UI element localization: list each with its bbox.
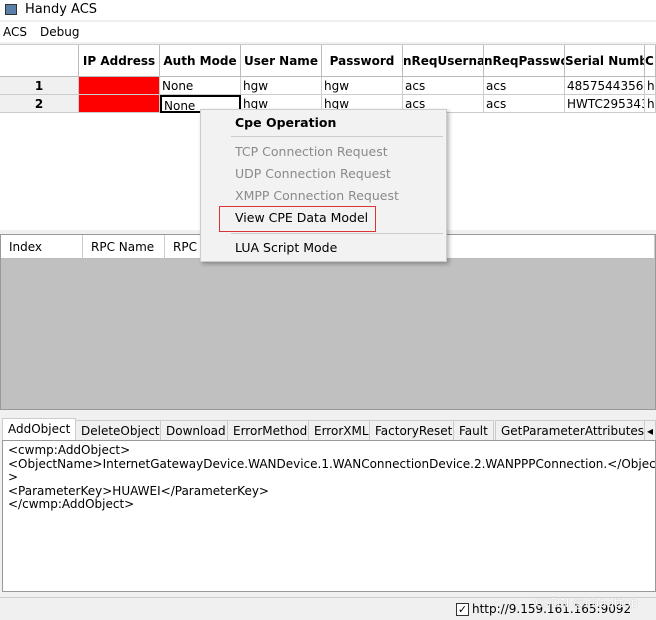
tab-getparameterattributes[interactable]: GetParameterAttributes [495, 420, 651, 440]
menu-acs[interactable]: ACS [3, 25, 27, 39]
context-menu-title: Cpe Operation [235, 115, 337, 130]
separator [231, 233, 443, 234]
menu-bar: ACS Debug [0, 22, 656, 42]
col-index[interactable]: Index [1, 235, 83, 259]
menu-debug[interactable]: Debug [40, 25, 79, 39]
col-serial-number[interactable]: Serial Numbe [565, 45, 645, 77]
context-menu: Cpe Operation TCP Connection Request UDP… [200, 109, 447, 262]
rpc-tab-bar: AddObject DeleteObject Download ErrorMet… [0, 418, 656, 440]
extra-cell[interactable]: h [645, 77, 656, 95]
serial-cell[interactable]: HWTC295343 [565, 95, 645, 113]
col-extra[interactable]: C [645, 45, 656, 77]
col-password[interactable]: Password [322, 45, 403, 77]
serial-cell[interactable]: 48575443567 [565, 77, 645, 95]
col-connreq-password[interactable]: nReqPasswo [484, 45, 565, 77]
tab-errormethod[interactable]: ErrorMethod [227, 420, 314, 440]
col-auth-mode[interactable]: Auth Mode [160, 45, 241, 77]
col-rpc-name[interactable]: RPC Name [83, 235, 165, 259]
server-enabled-checkbox[interactable]: ✓ [456, 603, 469, 616]
tab-scroll-left-icon[interactable]: ◂ [644, 420, 656, 440]
menu-view-cpe-data-model[interactable]: View CPE Data Model [235, 210, 368, 225]
watermark: CSDN @chaottop [535, 596, 639, 610]
tab-errorxml[interactable]: ErrorXML [308, 420, 375, 440]
col-ip-address[interactable]: IP Address [79, 45, 160, 77]
menu-udp-connection-request[interactable]: UDP Connection Request [235, 166, 391, 181]
app-icon [5, 4, 17, 15]
tab-addobject[interactable]: AddObject [2, 418, 77, 440]
row-number[interactable]: 2 [0, 95, 79, 113]
row-number[interactable]: 1 [0, 77, 79, 95]
separator [231, 136, 443, 137]
corner-header[interactable] [0, 45, 79, 77]
user-cell[interactable]: hgw [241, 77, 322, 95]
title-bar: Handy ACS [0, 0, 656, 20]
window-title: Handy ACS [25, 2, 98, 17]
tab-download[interactable]: Download [160, 420, 232, 440]
col-connreq-username[interactable]: nReqUsernar [403, 45, 484, 77]
connreq-pass-cell[interactable]: acs [484, 77, 565, 95]
menu-xmpp-connection-request[interactable]: XMPP Connection Request [235, 188, 399, 203]
extra-cell[interactable]: h [645, 95, 656, 113]
tab-factoryreset[interactable]: FactoryReset [369, 420, 459, 440]
ip-status-cell[interactable] [79, 77, 160, 95]
connreq-user-cell[interactable]: acs [403, 77, 484, 95]
menu-lua-script-mode[interactable]: LUA Script Mode [235, 240, 337, 255]
menu-tcp-connection-request[interactable]: TCP Connection Request [235, 144, 388, 159]
auth-cell[interactable]: None [160, 77, 241, 95]
tab-fault[interactable]: Fault [453, 420, 494, 440]
connreq-pass-cell[interactable]: acs [484, 95, 565, 113]
col-user-name[interactable]: User Name [241, 45, 322, 77]
tab-deleteobject[interactable]: DeleteObject [75, 420, 166, 440]
rpc-xml-editor[interactable]: <cwmp:AddObject> <ObjectName>InternetGat… [2, 440, 656, 592]
password-cell[interactable]: hgw [322, 77, 403, 95]
ip-status-cell[interactable] [79, 95, 160, 113]
